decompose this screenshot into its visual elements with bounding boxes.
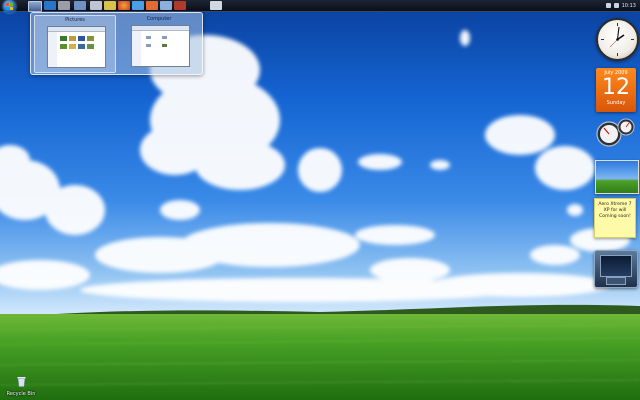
window-preview [131,25,190,67]
media-player-icon[interactable] [44,1,56,10]
calendar-gadget[interactable]: July 2009 12 Sunday [596,68,636,112]
taskbar-app-icon[interactable] [90,1,102,10]
window-preview [47,26,106,68]
desktop-icon-recycle-bin[interactable]: Recycle Bin [6,372,36,397]
taskbar-thumbnail-preview: Pictures Computer [30,12,203,75]
clock-gadget[interactable] [596,18,639,61]
taskbar-button-show-desktop[interactable] [28,1,42,12]
folder-icon[interactable] [104,1,116,10]
taskbar-app-icon[interactable] [132,1,144,10]
taskbar-clock[interactable]: 10:13 [622,3,636,9]
desktop-icon-label: Recycle Bin [6,391,36,397]
monitor-gadget[interactable] [594,250,638,288]
network-icon[interactable] [605,3,611,8]
taskbar-app-icon[interactable] [160,1,172,10]
monitor-screen-icon [600,255,632,277]
volume-icon[interactable] [613,3,619,8]
clock-face-icon [601,23,634,56]
thumbnail-title: Pictures [65,17,85,23]
slideshow-gadget[interactable] [595,160,639,194]
taskbar: 10:13 [0,0,640,13]
system-tray: 10:13 [605,1,636,10]
calendar-day: 12 [602,75,630,100]
calendar-weekday: Sunday [606,100,626,106]
thumbnail-title: Computer [146,16,172,22]
sticky-note-gadget[interactable]: Aero Xtreme 7 XP for will Coming soon! [594,198,636,238]
thumbnail-computer[interactable]: Computer [119,15,199,71]
thumbnail-pictures[interactable]: Pictures [34,15,116,73]
taskbar-app-icon[interactable] [58,1,70,10]
firefox-icon[interactable] [118,1,130,10]
recycle-bin-icon [17,377,25,387]
taskbar-app-icon[interactable] [210,1,222,10]
windows-logo-icon [6,3,13,10]
cpu-meter-gadget[interactable] [596,118,636,148]
taskbar-app-icon[interactable] [146,1,158,10]
taskbar-app-icon[interactable] [74,1,86,10]
start-button[interactable] [3,0,16,13]
taskbar-app-icon[interactable] [174,1,186,10]
note-line: Coming soon! [599,214,631,219]
